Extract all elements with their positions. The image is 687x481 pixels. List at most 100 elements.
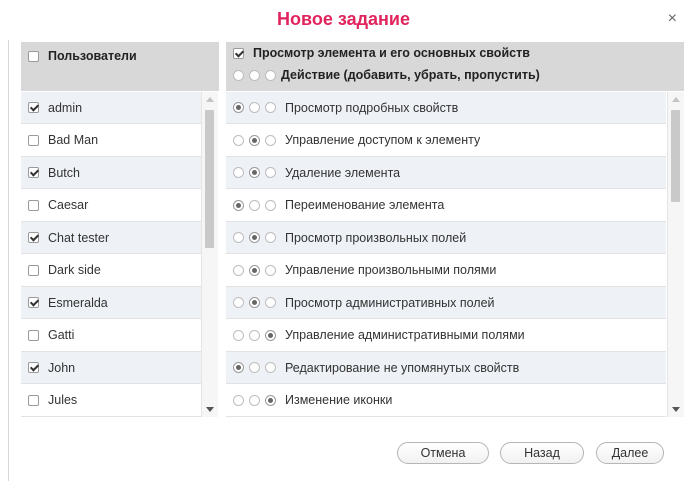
- permission-label: Редактирование не упомянутых свойств: [285, 360, 520, 375]
- user-checkbox[interactable]: [28, 362, 39, 373]
- permission-remove-radio[interactable]: [249, 297, 260, 308]
- users-header: Пользователи: [21, 42, 219, 91]
- user-name: Gatti: [48, 328, 75, 342]
- user-name: Butch: [48, 165, 80, 180]
- user-row[interactable]: admin: [21, 92, 201, 124]
- next-button[interactable]: Далее: [596, 442, 664, 464]
- cancel-button[interactable]: Отмена: [397, 442, 489, 464]
- permission-skip-radio[interactable]: [265, 394, 276, 406]
- user-name: Esmeralda: [48, 295, 108, 310]
- permission-label: Управление произвольными полями: [285, 263, 497, 277]
- user-name: Dark side: [48, 263, 101, 277]
- action-skip-radio[interactable]: [265, 69, 276, 81]
- user-name: Caesar: [48, 198, 89, 212]
- permission-row: Переименование элемента: [226, 190, 666, 222]
- permission-label: Удаление элемента: [285, 165, 401, 180]
- permission-remove-radio[interactable]: [249, 232, 260, 243]
- permission-row: Управление доступом к элементу: [226, 125, 666, 157]
- user-row[interactable]: Bad Man: [21, 125, 201, 157]
- scroll-up-icon[interactable]: [672, 97, 680, 102]
- user-checkbox[interactable]: [28, 232, 39, 243]
- permission-skip-radio[interactable]: [265, 232, 276, 243]
- permission-remove-radio[interactable]: [249, 102, 260, 113]
- permission-skip-radio[interactable]: [265, 297, 276, 308]
- permissions-scrollbar[interactable]: [667, 92, 684, 417]
- permission-label: Просмотр подробных свойств: [285, 100, 459, 115]
- user-checkbox[interactable]: [28, 199, 39, 211]
- scroll-up-icon[interactable]: [206, 97, 214, 102]
- permission-remove-radio[interactable]: [249, 329, 260, 341]
- permission-label: Управление административными полями: [285, 328, 525, 342]
- permission-add-radio[interactable]: [233, 264, 244, 276]
- permission-remove-radio[interactable]: [249, 264, 260, 276]
- user-name: Bad Man: [48, 133, 99, 147]
- permission-add-radio[interactable]: [233, 167, 244, 178]
- permission-skip-radio[interactable]: [265, 167, 276, 178]
- permission-skip-radio[interactable]: [265, 134, 276, 146]
- permission-add-radio[interactable]: [233, 362, 244, 373]
- user-checkbox[interactable]: [28, 167, 39, 178]
- permission-row: Управление административными полями: [226, 320, 666, 352]
- permission-group-label: Просмотр элемента и его основных свойств: [253, 46, 530, 60]
- permission-add-radio[interactable]: [233, 134, 244, 146]
- scroll-down-icon[interactable]: [672, 407, 680, 412]
- user-checkbox[interactable]: [28, 329, 39, 341]
- user-row[interactable]: Caesar: [21, 190, 201, 222]
- permission-skip-radio[interactable]: [265, 199, 276, 211]
- user-row[interactable]: Gatti: [21, 320, 201, 352]
- user-name: Chat tester: [48, 230, 110, 245]
- scroll-down-icon[interactable]: [206, 407, 214, 412]
- permission-remove-radio[interactable]: [249, 362, 260, 373]
- user-name: John: [48, 360, 76, 375]
- dialog-left-border: [8, 40, 9, 481]
- permission-add-radio[interactable]: [233, 329, 244, 341]
- permissions-scroll-thumb[interactable]: [671, 110, 680, 202]
- user-row[interactable]: Chat tester: [21, 222, 201, 254]
- select-all-users-checkbox[interactable]: [28, 50, 39, 62]
- permission-remove-radio[interactable]: [249, 394, 260, 406]
- permission-skip-radio[interactable]: [265, 102, 276, 113]
- permission-row: Просмотр административных полей: [226, 287, 666, 319]
- permission-label: Просмотр административных полей: [285, 295, 495, 310]
- permissions-list: Просмотр подробных свойств Управление дос…: [226, 92, 684, 417]
- permission-row: Удаление элемента: [226, 157, 666, 189]
- permission-remove-radio[interactable]: [249, 199, 260, 211]
- permission-row: Редактирование не упомянутых свойств: [226, 352, 666, 384]
- permission-label: Переименование элемента: [285, 198, 445, 212]
- user-checkbox[interactable]: [28, 134, 39, 146]
- user-row[interactable]: Esmeralda: [21, 287, 201, 319]
- users-scrollbar[interactable]: [201, 92, 218, 417]
- permission-add-radio[interactable]: [233, 199, 244, 211]
- user-checkbox[interactable]: [28, 264, 39, 276]
- permission-label: Изменение иконки: [285, 393, 393, 407]
- user-checkbox[interactable]: [28, 394, 39, 406]
- permission-add-radio[interactable]: [233, 232, 244, 243]
- permission-skip-radio[interactable]: [265, 329, 276, 341]
- permission-add-radio[interactable]: [233, 394, 244, 406]
- new-task-dialog: Новое задание × Пользователи admin Bad Ma…: [0, 0, 687, 481]
- permission-label: Просмотр произвольных полей: [285, 230, 467, 245]
- dialog-title: Новое задание: [277, 9, 410, 29]
- users-list: admin Bad Man Butch Caesar Chat tester Dark s…: [21, 92, 219, 417]
- permission-remove-radio[interactable]: [249, 167, 260, 178]
- permission-row: Изменение иконки: [226, 385, 666, 417]
- permission-skip-radio[interactable]: [265, 264, 276, 276]
- user-checkbox[interactable]: [28, 102, 39, 113]
- permission-group-checkbox[interactable]: [233, 47, 244, 59]
- user-row[interactable]: John: [21, 352, 201, 384]
- permissions-header: Просмотр элемента и его основных свойств…: [226, 42, 684, 91]
- permission-add-radio[interactable]: [233, 297, 244, 308]
- close-icon[interactable]: ×: [668, 11, 677, 27]
- permission-remove-radio[interactable]: [249, 134, 260, 146]
- user-row[interactable]: Jules: [21, 385, 201, 417]
- action-add-radio[interactable]: [233, 69, 244, 81]
- back-button[interactable]: Назад: [500, 442, 584, 464]
- permission-skip-radio[interactable]: [265, 362, 276, 373]
- user-row[interactable]: Dark side: [21, 255, 201, 287]
- users-scroll-thumb[interactable]: [205, 110, 214, 248]
- user-checkbox[interactable]: [28, 297, 39, 308]
- user-row[interactable]: Butch: [21, 157, 201, 189]
- action-remove-radio[interactable]: [249, 69, 260, 81]
- users-panel: Пользователи admin Bad Man Butch Caesar Chat…: [21, 42, 219, 417]
- permission-add-radio[interactable]: [233, 102, 244, 113]
